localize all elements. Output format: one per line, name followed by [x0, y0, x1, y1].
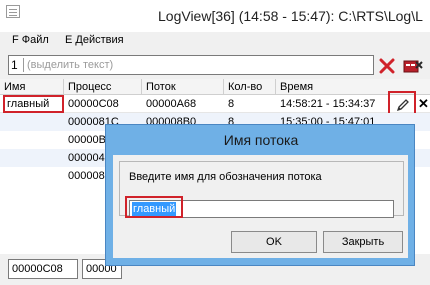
row-close-icon[interactable]: ✕ [418, 97, 429, 111]
window-title: LogView[36] (14:58 - 15:47): C:\RTS\Log\… [158, 8, 423, 24]
menu-bar: F Файл E Действия [0, 32, 430, 50]
close-icon [379, 58, 395, 74]
thread-name-dialog: Имя потока Введите имя для обозначения п… [105, 124, 415, 266]
eraser-icon [403, 60, 423, 73]
dialog-title: Имя потока [223, 132, 299, 148]
ok-button[interactable]: OK [231, 231, 317, 253]
filter-input[interactable] [27, 57, 367, 73]
thread-name-cell [0, 131, 64, 149]
clear-filter-button[interactable] [378, 57, 398, 75]
column-header-name[interactable]: Имя [0, 79, 64, 95]
time-cell: 14:58:21 - 15:34:37 [280, 98, 376, 110]
close-button[interactable]: Закрыть [323, 231, 403, 253]
filter-separator [23, 58, 24, 72]
table-row[interactable]: главный 00000C08 00000A68 8 14:58:21 - 1… [0, 91, 430, 117]
dialog-body: Введите имя для обозначения потока главн… [113, 155, 408, 258]
process-field[interactable]: 00000C08 [8, 259, 78, 279]
table-header: Имя Процесс Поток Кол-во Время [0, 79, 430, 95]
thread-name-cell[interactable]: главный [3, 95, 64, 113]
dialog-group: Введите имя для обозначения потока главн… [119, 161, 404, 218]
dialog-prompt: Введите имя для обозначения потока [129, 171, 322, 183]
column-header-process[interactable]: Процесс [64, 79, 142, 95]
column-header-count[interactable]: Кол-во [224, 79, 276, 95]
value-highlight [125, 196, 183, 218]
menu-actions[interactable]: E Действия [65, 34, 124, 46]
filter-index: 1 [11, 58, 18, 72]
clear-all-button[interactable] [402, 57, 424, 75]
thread-name-cell [0, 167, 64, 185]
filter-row: 1 [0, 53, 430, 77]
filter-box: 1 [8, 55, 374, 75]
thread-cell: 00000A68 [146, 98, 197, 110]
column-header-thread[interactable]: Поток [142, 79, 224, 95]
count-cell: 8 [228, 98, 235, 110]
pencil-icon [396, 99, 409, 112]
title-bar: LogView[36] (14:58 - 15:47): C:\RTS\Log\… [0, 0, 430, 32]
thread-name-cell [0, 113, 64, 131]
app-icon [6, 5, 20, 18]
thread-name-cell [0, 149, 64, 167]
menu-file[interactable]: F Файл [12, 34, 49, 46]
process-cell: 00000C08 [68, 98, 119, 110]
